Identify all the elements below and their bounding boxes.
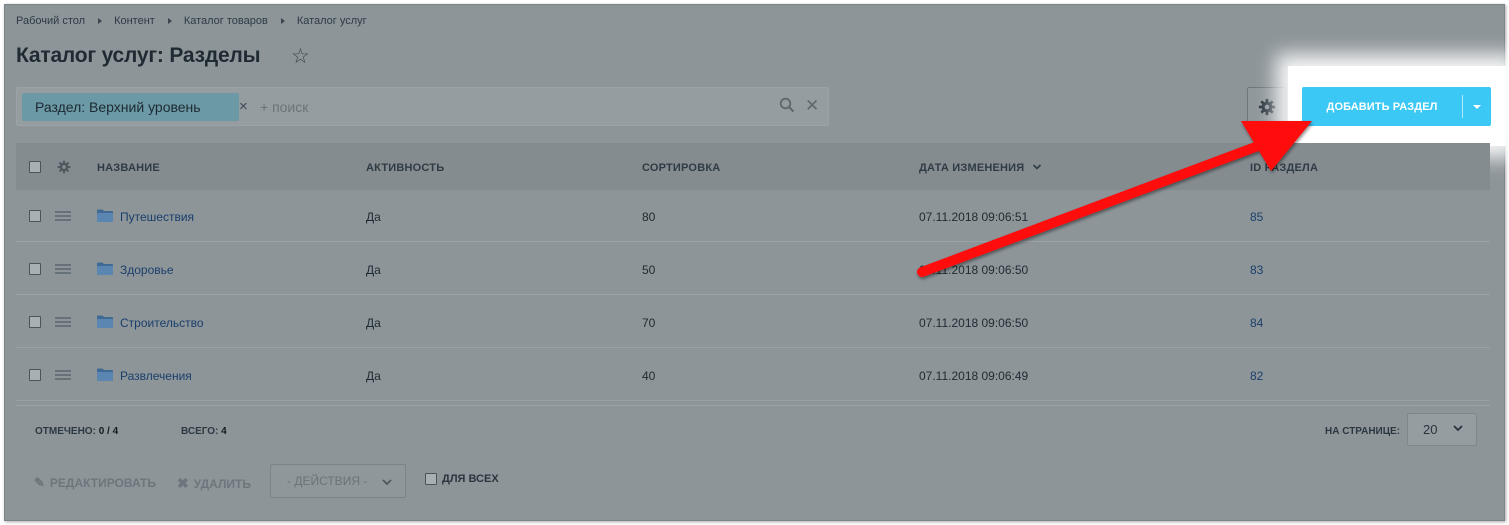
cell-active: Да — [366, 316, 381, 330]
cell-active: Да — [366, 369, 381, 383]
actions-select-value: - ДЕЙСТВИЯ - — [287, 474, 368, 488]
breadcrumb-item-content[interactable]: Контент — [114, 15, 155, 27]
folder-icon — [97, 315, 113, 328]
folder-icon — [97, 368, 113, 381]
group-actions-bar: ✎ РЕДАКТИРОВАТЬ ✖ УДАЛИТЬ - ДЕЙСТВИЯ - Д… — [16, 455, 1490, 508]
sections-grid: НАЗВАНИЕ АКТИВНОСТЬ СОРТИРОВКА ДАТА ИЗМЕ… — [16, 143, 1490, 454]
search-icon[interactable] — [779, 97, 795, 113]
column-header-name[interactable]: НАЗВАНИЕ — [97, 162, 160, 174]
breadcrumb-separator-icon — [280, 18, 285, 24]
breadcrumb: Рабочий стол Контент Каталог товаров Кат… — [16, 15, 367, 27]
edit-action-button[interactable]: ✎ РЕДАКТИРОВАТЬ — [34, 475, 156, 491]
section-name-link[interactable]: Развлечения — [120, 369, 192, 383]
per-page-select[interactable]: 20 — [1407, 413, 1477, 446]
selected-value: 0 / 4 — [98, 426, 119, 437]
cell-active: Да — [366, 210, 381, 224]
delete-action-button[interactable]: ✖ УДАЛИТЬ — [177, 475, 251, 492]
drag-handle-icon[interactable] — [55, 317, 71, 327]
filter-search-bar[interactable]: Раздел: Верхний уровень × + поиск ✕ — [16, 87, 829, 126]
row-checkbox[interactable] — [29, 316, 41, 328]
table-row[interactable]: Строительство Да 70 07.11.2018 09:06:50 … — [16, 296, 1490, 348]
drag-handle-icon[interactable] — [55, 211, 71, 221]
chevron-down-icon — [382, 479, 392, 486]
for-all-toggle[interactable]: ДЛЯ ВСЕХ — [425, 473, 499, 485]
table-row[interactable]: Путешествия Да 80 07.11.2018 09:06:51 85 — [16, 190, 1490, 242]
select-all-checkbox[interactable] — [29, 161, 41, 173]
folder-icon — [97, 262, 113, 275]
per-page-label: НА СТРАНИЦЕ: — [1325, 426, 1401, 437]
row-checkbox[interactable] — [29, 263, 41, 275]
page-title: Каталог услуг: Разделы — [16, 44, 261, 67]
folder-icon — [97, 209, 113, 222]
cell-id-link[interactable]: 82 — [1250, 369, 1263, 383]
cell-sort: 70 — [642, 316, 656, 330]
breadcrumb-item-service-catalog[interactable]: Каталог услуг — [297, 15, 367, 27]
add-section-button-label: ДОБАВИТЬ РАЗДЕЛ — [1326, 100, 1438, 113]
breadcrumb-item-product-catalog[interactable]: Каталог товаров — [184, 15, 268, 27]
actions-select[interactable]: - ДЕЙСТВИЯ - — [270, 464, 406, 498]
grid-header: НАЗВАНИЕ АКТИВНОСТЬ СОРТИРОВКА ДАТА ИЗМЕ… — [16, 143, 1490, 190]
breadcrumb-item-desktop[interactable]: Рабочий стол — [16, 15, 85, 27]
chip-close-icon[interactable]: × — [239, 94, 248, 120]
selected-label: ОТМЕЧЕНО: — [35, 426, 96, 437]
column-header-active[interactable]: АКТИВНОСТЬ — [366, 162, 444, 174]
gear-icon — [1258, 98, 1275, 115]
cell-sort: 80 — [642, 210, 656, 224]
search-input[interactable]: + поиск — [260, 99, 308, 115]
favorite-star-icon[interactable]: ☆ — [291, 44, 310, 70]
cell-sort: 50 — [642, 263, 656, 277]
chevron-down-icon — [1453, 425, 1463, 432]
cell-active: Да — [366, 263, 381, 277]
delete-x-icon: ✖ — [177, 475, 189, 491]
column-settings-gear-icon[interactable] — [57, 160, 71, 174]
dropdown-arrow-icon[interactable] — [1463, 104, 1491, 109]
total-label: ВСЕГО: — [181, 426, 219, 437]
breadcrumb-separator-icon — [98, 18, 103, 24]
cell-modified: 07.11.2018 09:06:50 — [919, 263, 1029, 277]
cell-modified: 07.11.2018 09:06:49 — [919, 369, 1029, 383]
settings-button[interactable] — [1247, 87, 1286, 126]
total-value: 4 — [221, 426, 227, 437]
breadcrumb-separator-icon — [167, 18, 172, 24]
selected-count: ОТМЕЧЕНО: 0 / 4 — [35, 426, 118, 437]
drag-handle-icon[interactable] — [55, 370, 71, 380]
for-all-label: ДЛЯ ВСЕХ — [442, 473, 499, 485]
row-checkbox[interactable] — [29, 210, 41, 222]
grid-footer: ОТМЕЧЕНО: 0 / 4 ВСЕГО: 4 НА СТРАНИЦЕ: 20 — [16, 405, 1490, 454]
column-header-id[interactable]: ID РАЗДЕЛА — [1250, 162, 1318, 174]
drag-handle-icon[interactable] — [55, 264, 71, 274]
section-name-link[interactable]: Путешествия — [120, 210, 194, 224]
table-row[interactable]: Развлечения Да 40 07.11.2018 09:06:49 82 — [16, 349, 1490, 401]
pencil-icon: ✎ — [34, 475, 45, 490]
for-all-checkbox[interactable] — [425, 473, 437, 485]
section-name-link[interactable]: Здоровье — [120, 263, 174, 277]
column-header-sort[interactable]: СОРТИРОВКА — [642, 162, 720, 174]
cell-id-link[interactable]: 84 — [1250, 316, 1263, 330]
filter-chip[interactable]: Раздел: Верхний уровень — [22, 93, 239, 121]
add-section-button[interactable]: ДОБАВИТЬ РАЗДЕЛ — [1302, 87, 1491, 126]
delete-action-label: УДАЛИТЬ — [193, 476, 251, 491]
table-row[interactable]: Здоровье Да 50 07.11.2018 09:06:50 83 — [16, 243, 1490, 295]
sort-chevron-down-icon[interactable] — [1032, 163, 1042, 171]
row-checkbox[interactable] — [29, 369, 41, 381]
per-page-value: 20 — [1423, 422, 1438, 437]
cell-modified: 07.11.2018 09:06:50 — [919, 316, 1029, 330]
total-count: ВСЕГО: 4 — [181, 426, 227, 437]
section-name-link[interactable]: Строительство — [120, 316, 204, 330]
cell-id-link[interactable]: 85 — [1250, 210, 1263, 224]
edit-action-label: РЕДАКТИРОВАТЬ — [49, 476, 156, 490]
column-header-modified[interactable]: ДАТА ИЗМЕНЕНИЯ — [919, 162, 1024, 174]
cell-id-link[interactable]: 83 — [1250, 263, 1263, 277]
cell-sort: 40 — [642, 369, 656, 383]
cell-modified: 07.11.2018 09:06:51 — [919, 210, 1029, 224]
clear-search-icon[interactable]: ✕ — [805, 96, 819, 116]
